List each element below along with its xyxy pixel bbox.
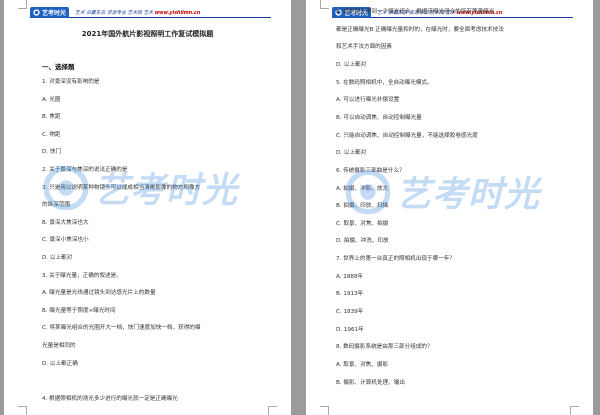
text-line: D. 以上都对 xyxy=(42,255,73,261)
text-line: D. 拍摄、冲洗、印放 xyxy=(336,238,389,245)
text-line: B. 1913年 xyxy=(336,291,364,298)
text-line: B. 摄影、计算机处理、输出 xyxy=(336,379,405,386)
text-line: A. 曝光量是光线通过镜头到达感光片上的数量 xyxy=(42,290,156,297)
page-header: 艺考时光 艺术 京藏东京 资源专业 艺术院 艺术 www.yishiimn.cn xyxy=(30,6,271,18)
section-heading: 一、选择题 xyxy=(42,63,75,71)
text-line: B. 曝光量等于照度×曝光时间 xyxy=(42,307,116,314)
brand-logo-icon xyxy=(33,8,40,16)
text-line: 光量是相同的 xyxy=(42,343,76,349)
text-line: 1. 对景深没有影响的是 xyxy=(42,79,100,85)
text-line: B. 焦距 xyxy=(42,114,61,121)
text-line: 都是正确曝光B 正确曝光量和时的，在曝光时，要全面考虑技术技法 xyxy=(336,26,504,33)
text-line: 2. 关于景深与焦深的说法正确的是 xyxy=(42,167,128,173)
page-corner-mark xyxy=(320,406,329,415)
text-line: A. 取景、对焦、摄影 xyxy=(336,362,389,368)
text-line: A. 1888年 xyxy=(336,273,364,280)
text-line: C. 物距 xyxy=(42,131,61,138)
text-line: C. 1839年 xyxy=(336,309,364,316)
text-line: C. 将某曝光组合的光圈开大一档，快门速度加快一档，获得的曝 xyxy=(42,325,201,332)
document-title: 2021年国外航片影视照明工作复试模拟题 xyxy=(81,30,214,38)
header-tagline: 艺术 京藏东京 资源专业 艺术院 艺术 www.yishiimn.cn xyxy=(75,10,201,16)
text-line: C. 取景、对焦、拍摄 xyxy=(336,220,389,227)
text-line: 3. 只是用以说明某种物镜头可以成成相当清晰影像的物方和像方 xyxy=(42,184,201,191)
text-line: 6. 传统摄影三部曲是什么？ xyxy=(336,167,405,174)
text-line: C. 只能自动调焦、自动控制曝光量，不能选择胶卷感光度 xyxy=(336,132,478,139)
page-corner-mark xyxy=(320,0,329,9)
text-line: 3. 关于曝光量，正确的叙述是。 xyxy=(42,272,122,279)
page-corner-mark xyxy=(570,406,579,415)
text-line: D. 快门 xyxy=(42,149,62,156)
text-line: A. 拍摄、冲影、放大 xyxy=(336,185,389,192)
brand-logo: 艺考时光 xyxy=(30,6,70,18)
brand-logo-text: 艺考时光 xyxy=(42,9,67,17)
text-line: 7. 世界上的第一台真正的照相机出现于哪一年？ xyxy=(336,256,455,263)
text-line: B. 根据测光得到一个曝光组合，根据该曝光组合的所有等量曝光 xyxy=(336,9,495,15)
text-line: 和艺术手法方面的因素 xyxy=(336,44,392,51)
text-line: 5. 在数码照相机中，全自动曝光模式。 xyxy=(336,79,433,86)
document-page-right: 艺考时光 艺术 京藏东京 资源专业 艺术院 艺术 www.yishiimn.cn… xyxy=(306,0,593,415)
text-line: A. 光圈 xyxy=(42,96,61,103)
text-line: C. 景深小焦深也小 xyxy=(42,237,89,244)
text-line: A. 可以进行曝光补偿设置 xyxy=(336,97,400,104)
text-line: B. 可以自动调焦、自动控制曝光量 xyxy=(336,114,422,121)
text-line: 4. 根据照相机的测光多少进行的曝光就一定是正确曝光 xyxy=(42,395,178,402)
text-line: 8. 数码摄影系统是由那三部分组成的？ xyxy=(336,344,433,351)
document-viewer: 艺考时光 艺术 京藏东京 资源专业 艺术院 艺术 www.yishiimn.cn… xyxy=(0,0,600,415)
text-line: D. 以上都正确 xyxy=(42,360,78,367)
page-corner-mark xyxy=(18,0,27,9)
text-line: D. 1961年 xyxy=(336,326,364,333)
text-line: 的纵深范围 xyxy=(42,202,70,209)
document-page-left: 艺考时光 艺术 京藏东京 资源专业 艺术院 艺术 www.yishiimn.cn… xyxy=(4,0,291,415)
page-corner-mark xyxy=(268,406,277,415)
text-line: B. 拍摄、印放、扫描 xyxy=(336,203,389,210)
text-line: B. 景深大焦深也大 xyxy=(42,219,89,226)
page-corner-mark xyxy=(18,406,27,415)
text-line: D. 以上都对 xyxy=(336,61,367,68)
text-line: D. 以上都对 xyxy=(336,150,367,157)
